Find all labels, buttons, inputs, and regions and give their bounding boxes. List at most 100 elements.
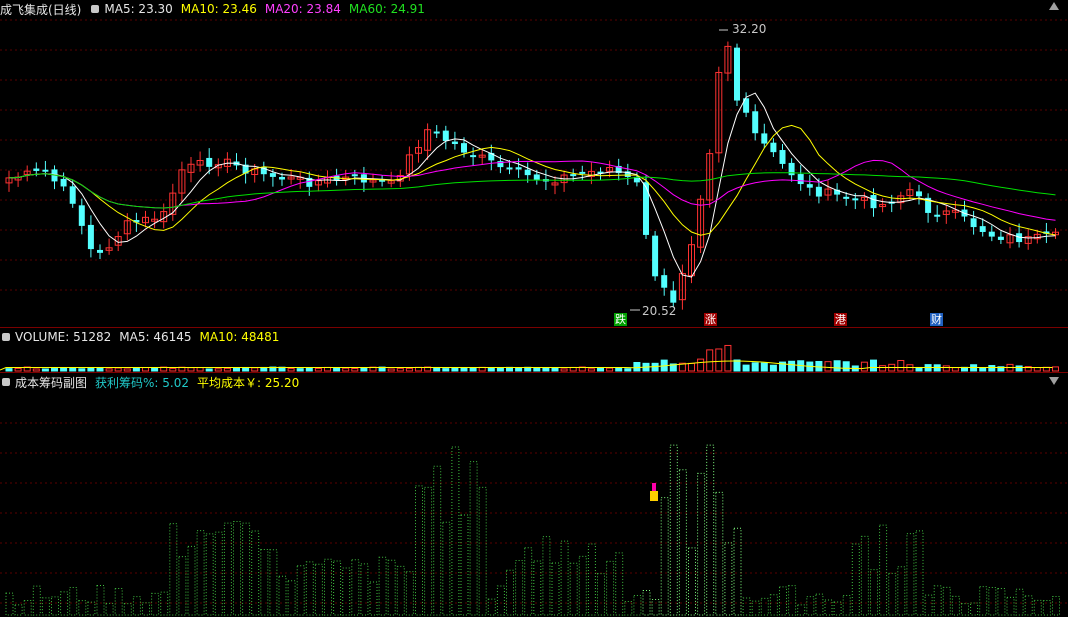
settings-dot-icon[interactable] <box>91 5 100 13</box>
volume-bar <box>351 368 359 372</box>
kline-panel[interactable]: 成飞集成(日线) MA5: 23.30 MA10: 23.46 MA20: 23… <box>0 0 1068 327</box>
chip-bar <box>779 586 787 616</box>
chip-bar <box>460 514 469 616</box>
chip-bar <box>32 585 41 616</box>
chip-bar <box>142 602 150 616</box>
volume-bar <box>988 365 996 372</box>
volume-bar <box>314 367 322 372</box>
volume-dot-icon[interactable] <box>2 333 10 341</box>
chip-bar <box>69 587 78 616</box>
chip-bar <box>506 569 514 616</box>
chip-bar <box>933 585 942 616</box>
candle-body <box>997 236 1004 240</box>
volume-ma5-label: MA5: 46145 <box>119 330 192 344</box>
chip-bar <box>342 567 351 616</box>
candle-body <box>843 196 850 199</box>
expand-triangle-down-icon[interactable] <box>1049 377 1059 385</box>
volume-bar <box>833 360 841 372</box>
chip-bar <box>1052 595 1060 616</box>
chip-bar <box>961 603 969 616</box>
volume-bar <box>551 367 559 372</box>
chip-bar <box>597 573 605 616</box>
chip-bar <box>560 540 569 616</box>
volume-bar <box>360 367 368 372</box>
volume-bar <box>242 366 250 372</box>
volume-bar <box>233 367 240 372</box>
chip-bar <box>988 587 997 616</box>
volume-bar <box>897 359 905 372</box>
chip-bar <box>351 559 360 616</box>
candle-body <box>533 174 540 180</box>
chip-bar <box>970 602 979 616</box>
profit-chips-label: 获利筹码%: 5.02 <box>95 375 189 390</box>
volume-bar <box>60 367 68 372</box>
volume-bar <box>5 368 13 372</box>
chip-bar <box>305 561 314 616</box>
chip-bar <box>742 597 751 616</box>
volume-bar <box>688 362 695 372</box>
volume-bar <box>469 367 477 372</box>
chip-bar <box>496 585 505 616</box>
volume-bar <box>842 361 850 372</box>
volume-bar <box>123 368 131 372</box>
chip-bar <box>660 497 669 616</box>
candle-body <box>779 150 786 164</box>
chip-bar <box>860 535 869 616</box>
tag-finance[interactable]: 财 <box>930 313 943 326</box>
candle-body <box>570 174 577 177</box>
chip-bar <box>733 527 742 616</box>
volume-bar <box>87 367 95 372</box>
candle-body <box>734 47 740 101</box>
candle-body <box>451 141 458 145</box>
chip-bar <box>924 594 933 616</box>
chip-bar <box>997 588 1006 616</box>
volume-bar <box>132 367 140 372</box>
chip-bar <box>396 565 405 616</box>
volume-bar <box>769 364 777 372</box>
chips-panel[interactable]: 成本筹码副图 获利筹码%: 5.02 平均成本￥: 25.20 <box>0 372 1068 617</box>
chips-dot-icon[interactable] <box>2 378 10 386</box>
chip-bar <box>123 603 132 616</box>
volume-bar <box>942 365 950 372</box>
ma60-label: MA60: 24.91 <box>348 2 425 16</box>
tag-fall[interactable]: 跌 <box>614 313 627 326</box>
chip-bar <box>797 604 806 616</box>
chips-chart[interactable] <box>0 373 1068 617</box>
chip-bar <box>806 596 815 616</box>
volume-bar <box>396 367 404 372</box>
volume-bar <box>724 344 732 372</box>
volume-bar <box>487 367 495 372</box>
chip-bar <box>697 472 706 616</box>
chip-bar <box>815 593 824 616</box>
volume-bar <box>651 362 659 372</box>
volume-bar <box>1052 366 1059 372</box>
candle-body <box>852 198 859 201</box>
stock-title: 成飞集成(日线) <box>0 2 82 17</box>
chip-bar <box>551 562 560 616</box>
chip-bar <box>324 558 332 616</box>
chip-bar <box>369 581 378 616</box>
volume-bar <box>296 368 304 372</box>
ma-line <box>8 92 1056 278</box>
chip-bar <box>678 469 687 616</box>
chip-bar <box>405 571 414 616</box>
volume-bar <box>142 367 149 372</box>
kline-chart[interactable] <box>0 0 1068 327</box>
tag-hk[interactable]: 港 <box>834 313 847 326</box>
chip-bar <box>715 491 724 616</box>
volume-bar <box>442 368 450 372</box>
volume-panel[interactable]: VOLUME: 51282 MA5: 46145 MA10: 48481 <box>0 327 1068 372</box>
candle-body <box>652 235 659 277</box>
chips-header: 成本筹码副图 获利筹码%: 5.02 平均成本￥: 25.20 <box>0 373 307 391</box>
candle-body <box>69 186 76 204</box>
candle-body <box>524 169 531 176</box>
volume-bar <box>760 362 768 372</box>
candle-body <box>461 143 467 153</box>
volume-bar <box>879 365 887 372</box>
volume-bar <box>96 367 104 372</box>
tag-rise[interactable]: 涨 <box>704 313 717 326</box>
collapse-triangle-up-icon[interactable] <box>1049 2 1059 10</box>
chip-bar <box>415 485 423 616</box>
chip-bar <box>387 559 396 616</box>
chip-bar <box>851 543 860 616</box>
